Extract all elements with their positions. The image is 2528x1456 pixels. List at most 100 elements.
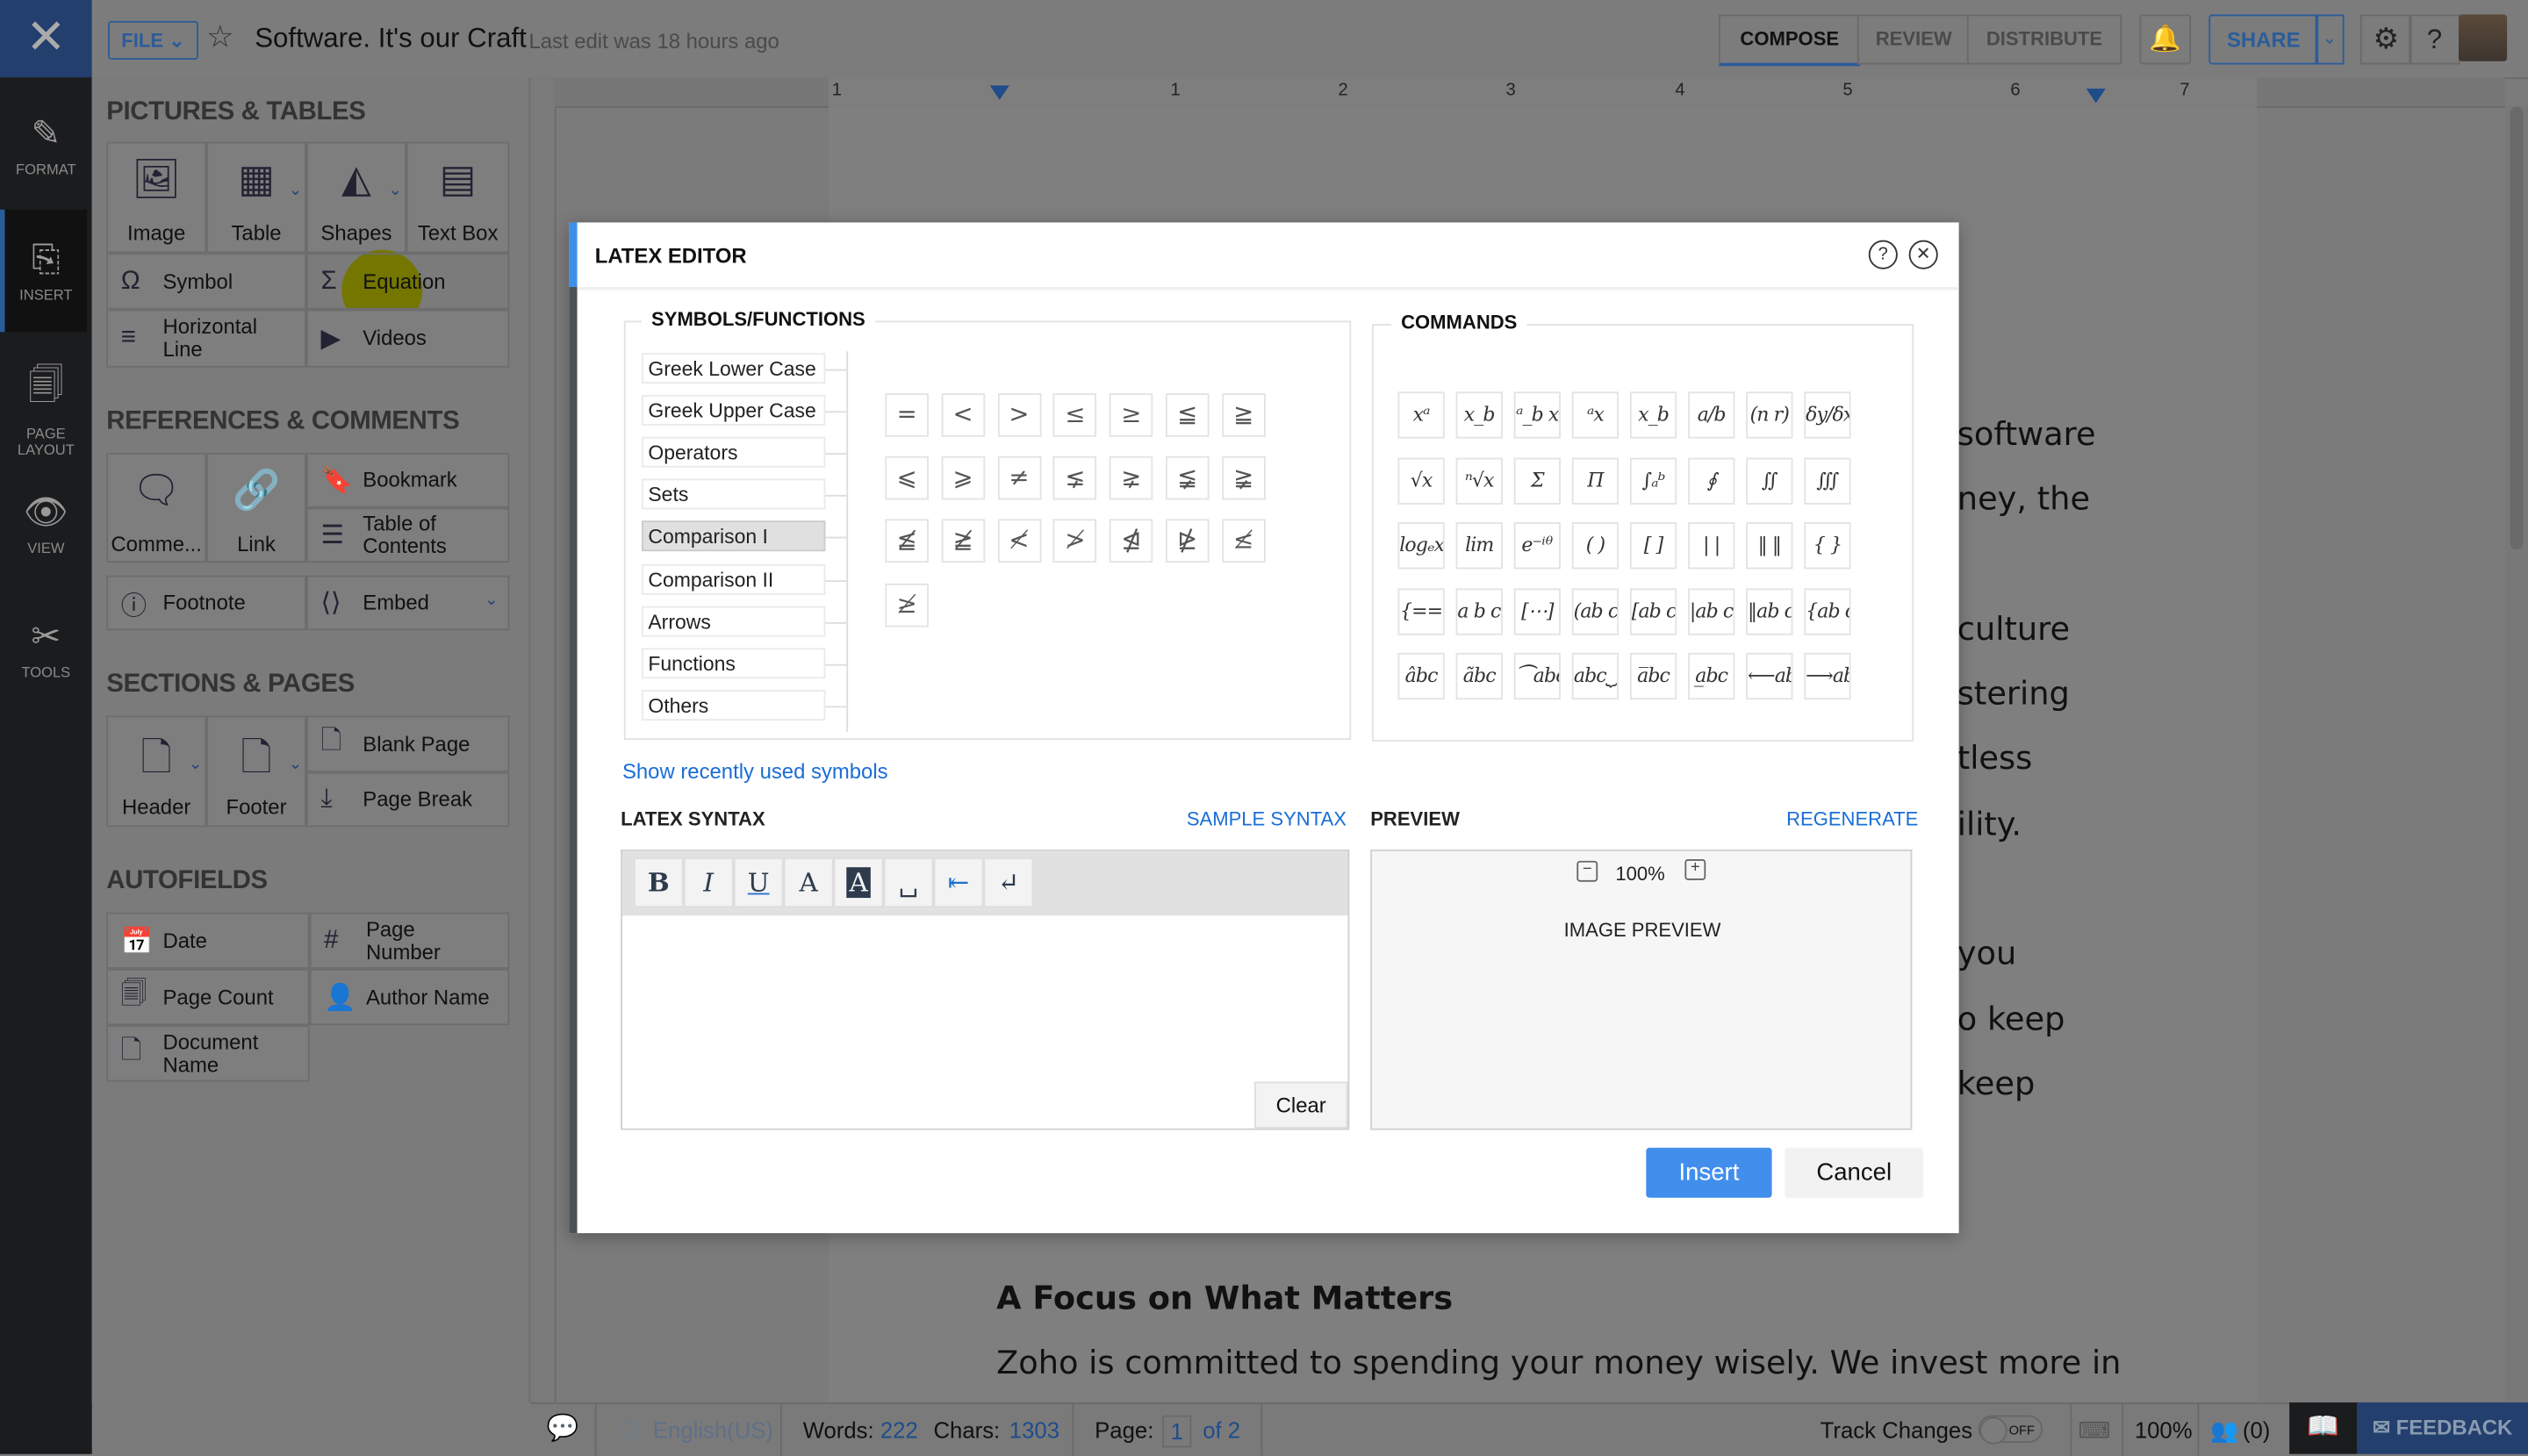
italic-button[interactable]: I — [683, 857, 734, 908]
newline-button[interactable]: ↵ — [983, 857, 1034, 908]
insert-bookmark-button[interactable]: 🔖 Bookmark — [305, 453, 510, 508]
document-title[interactable]: Software. It's our Craft — [255, 23, 527, 55]
insert-toc-button[interactable]: ☰ Table of Contents — [305, 507, 510, 563]
insert-horizontal-line-button[interactable]: ≡ Horizontal Line — [106, 309, 306, 368]
close-icon[interactable]: ✕ — [0, 0, 92, 78]
category-greek-upper-case[interactable]: Greek Upper Case — [642, 395, 826, 427]
insert-embed-button[interactable]: ⟨⟩ Embed ⌄ — [305, 575, 510, 631]
rail-format[interactable]: ✎ FORMAT — [0, 113, 92, 177]
tab-distribute[interactable]: DISTRIBUTE — [1966, 14, 2122, 65]
command-button[interactable]: ∭ — [1804, 456, 1851, 504]
insert-footnote-button[interactable]: ⓘ Footnote — [106, 575, 306, 631]
command-button[interactable]: Σ — [1513, 456, 1561, 504]
command-button[interactable]: e⁻ⁱᶿ — [1513, 522, 1561, 570]
insert-textbox-button[interactable]: ▤ Text Box — [406, 141, 510, 254]
symbol-button[interactable]: = — [885, 393, 929, 437]
symbol-button[interactable]: ≱ — [885, 583, 929, 627]
command-button[interactable]: Π — [1571, 456, 1620, 504]
help-icon[interactable]: ? — [1868, 240, 1898, 269]
insert-comment-button[interactable]: 🗨 Comme... — [106, 453, 207, 563]
latex-syntax-input[interactable] — [628, 922, 1345, 1084]
space-button[interactable]: ␣ — [883, 857, 934, 908]
insert-blank-page-button[interactable]: 🗋 Blank Page — [305, 715, 510, 772]
command-button[interactable]: [⋯] — [1513, 587, 1561, 635]
category-comparison-ii[interactable]: Comparison II — [642, 563, 826, 594]
rail-tools[interactable]: ✂ TOOLS — [0, 616, 92, 680]
zoom-out-icon[interactable]: − — [1576, 860, 1598, 882]
share-dropdown-chevron-icon[interactable]: ⌄ — [2315, 14, 2345, 65]
clear-button[interactable]: Clear — [1253, 1081, 1348, 1129]
sample-syntax-link[interactable]: SAMPLE SYNTAX — [1187, 807, 1347, 830]
symbol-button[interactable]: ≠ — [997, 456, 1041, 500]
star-icon[interactable]: ☆ — [206, 19, 233, 56]
insert-shapes-button[interactable]: ◭ Shapes ⌄ — [305, 141, 406, 254]
command-button[interactable]: |ab cd| — [1688, 587, 1735, 635]
insert-author-name-button[interactable]: 👤 Author Name — [309, 968, 510, 1026]
command-button[interactable]: ᵃx — [1571, 391, 1620, 439]
reading-mode-icon[interactable]: 📖 — [2289, 1402, 2358, 1454]
symbol-button[interactable]: ≰ — [1221, 520, 1266, 563]
command-button[interactable]: ∫ₐᵇ — [1629, 456, 1677, 504]
right-indent-marker[interactable] — [2086, 89, 2106, 104]
scrollbar-thumb[interactable] — [2510, 106, 2524, 550]
command-button[interactable]: | | — [1688, 522, 1735, 570]
keyboard-icon[interactable]: ⌨ — [2079, 1404, 2111, 1456]
insert-footer-button[interactable]: 🗋 Footer ⌄ — [206, 715, 306, 828]
command-button[interactable]: abc⏟ — [1571, 652, 1620, 700]
close-icon[interactable]: ✕ — [1908, 240, 1938, 269]
tab-compose[interactable]: COMPOSE — [1718, 14, 1861, 67]
chat-icon[interactable]: 💬 — [547, 1404, 579, 1456]
command-button[interactable]: ( ) — [1571, 522, 1620, 570]
command-button[interactable]: [ ] — [1629, 522, 1677, 570]
command-button[interactable]: (ab cd) — [1571, 587, 1620, 635]
category-arrows[interactable]: Arrows — [642, 605, 826, 636]
category-functions[interactable]: Functions — [642, 647, 826, 678]
command-button[interactable]: ∮ — [1688, 456, 1735, 504]
collaborators-icon[interactable]: 👥 — [2210, 1404, 2238, 1456]
left-indent-marker[interactable] — [989, 85, 1009, 100]
command-button[interactable]: [ab cd] — [1629, 587, 1677, 635]
symbol-button[interactable]: ≧̸ — [941, 520, 985, 563]
help-icon[interactable]: ? — [2409, 14, 2460, 65]
symbol-button[interactable]: ≥ — [1110, 393, 1153, 437]
command-button[interactable]: ‖ ‖ — [1746, 522, 1793, 570]
insert-header-button[interactable]: 🗋 Header ⌄ — [106, 715, 207, 828]
command-button[interactable]: {ab cd} — [1804, 587, 1851, 635]
avatar[interactable] — [2459, 14, 2508, 61]
insert-document-name-button[interactable]: 🗋 Document Name — [106, 1025, 310, 1082]
track-changes-toggle[interactable]: OFF — [1978, 1415, 2043, 1445]
insert-link-button[interactable]: 🔗 Link — [206, 453, 306, 563]
command-button[interactable]: a b c d — [1455, 587, 1503, 635]
category-greek-lower-case[interactable]: Greek Lower Case — [642, 353, 826, 384]
language-selector[interactable]: English(US) — [653, 1404, 773, 1456]
insert-button[interactable]: Insert — [1646, 1147, 1772, 1198]
command-button[interactable]: {== — [1397, 587, 1445, 635]
symbol-button[interactable]: < — [941, 393, 985, 437]
command-button[interactable]: lim — [1455, 522, 1503, 570]
command-button[interactable]: ∬ — [1746, 456, 1793, 504]
zoom-level[interactable]: 100% — [2135, 1404, 2193, 1456]
insert-symbol-button[interactable]: Ω Symbol — [106, 253, 306, 310]
command-button[interactable]: √x — [1397, 456, 1445, 504]
symbol-button[interactable]: ⋭ — [1165, 520, 1210, 563]
regenerate-link[interactable]: REGENERATE — [1786, 807, 1918, 830]
command-button[interactable]: ⁿ√x — [1455, 456, 1503, 504]
insert-image-button[interactable]: 🖼 Image — [106, 141, 207, 254]
command-button[interactable]: ⟵abc — [1746, 652, 1793, 700]
symbol-button[interactable]: ≧ — [1221, 393, 1266, 437]
symbol-button[interactable]: ⪇ — [1053, 456, 1097, 500]
command-button[interactable]: logₑx² — [1397, 522, 1445, 570]
gear-icon[interactable]: ⚙ — [2359, 14, 2412, 65]
rail-insert[interactable]: ⎘ INSERT — [0, 209, 88, 333]
symbol-button[interactable]: ⩾ — [941, 456, 985, 500]
command-button[interactable]: xᵃ — [1397, 391, 1445, 439]
insert-equation-button[interactable]: Σ Equation — [305, 253, 510, 310]
category-sets[interactable]: Sets — [642, 479, 826, 510]
underline-button[interactable]: U — [733, 857, 784, 908]
symbol-button[interactable]: ≦ — [1165, 393, 1210, 437]
command-button[interactable]: ãbc — [1455, 652, 1503, 700]
spellcheck-icon[interactable]: ☑ — [619, 1404, 639, 1456]
symbol-button[interactable]: ≤ — [1053, 393, 1097, 437]
insert-page-break-button[interactable]: ⤓ Page Break — [305, 771, 510, 828]
command-button[interactable]: âbc — [1397, 652, 1445, 700]
